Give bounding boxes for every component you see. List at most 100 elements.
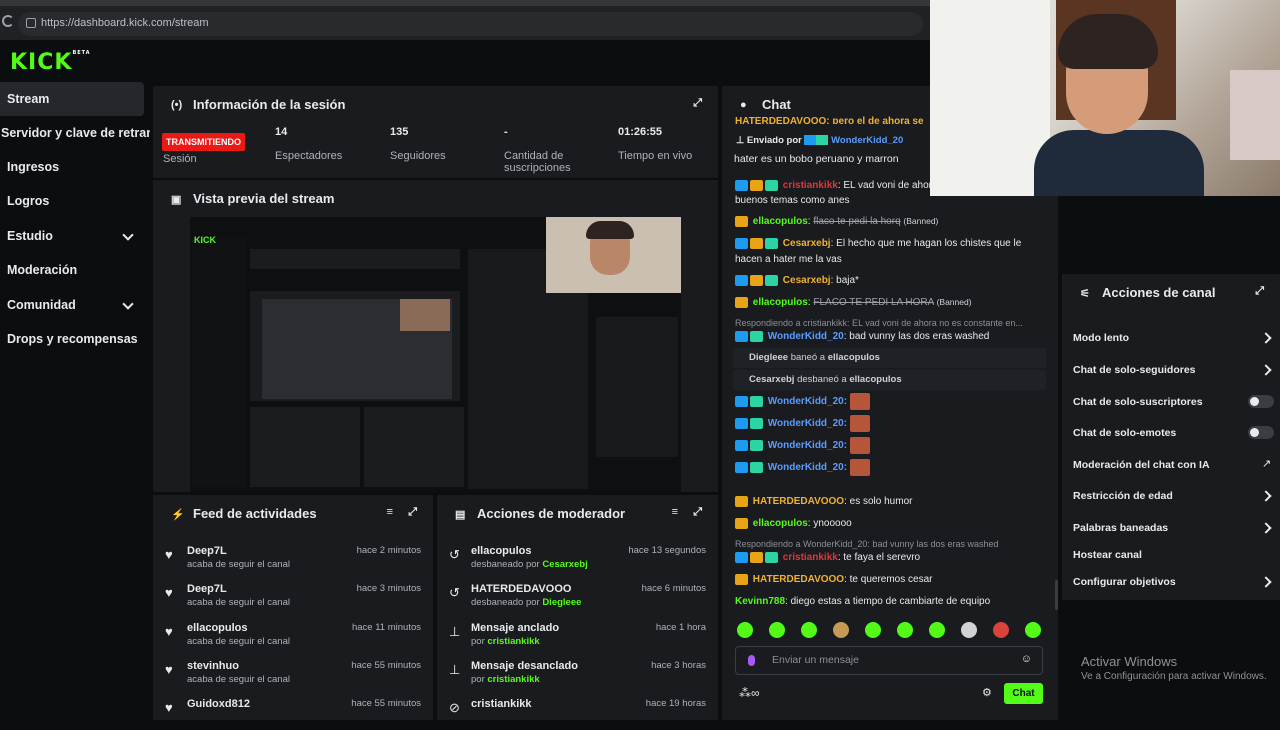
sidebar-item-moderacion[interactable]: Moderación — [0, 253, 144, 287]
feed-item: ♥ ellacopulos acaba de seguir el canal hace… — [165, 622, 421, 647]
chat-message-emote: WonderKidd_20: — [735, 393, 870, 410]
emotes-only-toggle[interactable] — [1248, 426, 1274, 439]
action-followers-only[interactable]: Chat de solo-seguidores — [1073, 364, 1196, 376]
monitor-icon: ▣ — [171, 194, 182, 206]
sidebar-item-estudio[interactable]: Estudio — [0, 219, 144, 253]
expand-icon[interactable]: ⤢ — [693, 506, 702, 519]
session-header: (•) Información de la sesión ⤢ — [153, 86, 718, 122]
emote — [849, 459, 870, 476]
emote — [849, 415, 870, 432]
undo-icon: ↺ — [449, 585, 460, 600]
heart-icon: ♥ — [165, 700, 173, 715]
chat-message: cristiankikk: te faya el serevro — [735, 552, 920, 563]
mod-action-item: ⊥ Mensaje anclado por cristiankikk hace 1 h… — [449, 622, 706, 647]
sliders-icon: ⚟ — [1080, 288, 1090, 300]
action-banned-words[interactable]: Palabras baneadas — [1073, 522, 1168, 534]
sidebar-item-logros[interactable]: Logros — [0, 184, 144, 218]
emote-button[interactable] — [865, 622, 881, 638]
action-host-channel[interactable]: Hostear canal — [1073, 549, 1142, 561]
beta-tag: BETA — [72, 50, 91, 56]
emote-button[interactable] — [993, 622, 1009, 638]
sidebar-item-stream[interactable]: Stream — [0, 82, 144, 116]
chat-message-emote: WonderKidd_20: — [735, 459, 870, 476]
chat-message: ellacopulos: flaco te pedi la horq (Bann… — [735, 216, 938, 227]
chevron-down-icon — [122, 298, 134, 310]
stat-session: Sesión — [163, 153, 197, 165]
pinned-message[interactable]: ⊥ Enviado por WonderKidd_20 hater es un … — [728, 124, 938, 174]
reply-reference: Respondiendo a cristiankikk: EL vad voni… — [735, 318, 1023, 328]
feed-header: ⚡ Feed de actividades ≡ ⤢ — [153, 495, 433, 531]
emote-button[interactable] — [897, 622, 913, 638]
broadcast-icon: (•) — [171, 99, 183, 111]
browser-tab-strip — [0, 0, 930, 6]
heart-icon: ♥ — [165, 662, 173, 677]
sidebar-item-ingresos[interactable]: Ingresos — [0, 150, 144, 184]
windows-activation-subtitle: Ve a Configuración para activar Windows. — [1081, 671, 1267, 682]
sidebar-item-comunidad[interactable]: Comunidad — [0, 288, 144, 322]
chat-extras-icon[interactable]: ⁂∞ — [739, 686, 760, 700]
emote-button[interactable] — [801, 622, 817, 638]
heart-icon: ♥ — [165, 585, 173, 600]
chat-scrollbar[interactable] — [1055, 580, 1058, 610]
heart-icon: ♥ — [165, 624, 173, 639]
stat-live-time: 01:26:55 Tiempo en vivo — [618, 126, 693, 162]
expand-icon[interactable]: ⤢ — [1255, 285, 1264, 298]
mod-action-item: ↺ ellacopulos desbaneado por Cesarxebj hace… — [449, 545, 706, 570]
stat-subs: - Cantidad de suscripciones — [504, 126, 571, 174]
expand-icon[interactable]: ⤢ — [693, 97, 702, 110]
sidebar-item-server-key[interactable]: Servidor y clave de retransmisión — [0, 116, 150, 150]
channel-actions-header: ⚟ Acciones de canal ⤢ — [1062, 274, 1280, 310]
stat-viewers: 14 Espectadores — [275, 126, 343, 162]
stream-preview-video[interactable]: KICK — [190, 217, 681, 492]
chat-message: WonderKidd_20: bad vunny las dos eras wa… — [735, 331, 989, 342]
chat-message-emote: WonderKidd_20: — [735, 437, 870, 454]
chat-message: Kevinn788: diego estas a tiempo de cambi… — [735, 596, 991, 607]
chat-message: Cesarxebj: baja* — [735, 275, 859, 286]
action-ai-moderation[interactable]: Moderación del chat con IA — [1073, 459, 1210, 471]
pin-icon: ⊥ — [736, 135, 747, 146]
external-link-icon[interactable]: ↗ — [1262, 457, 1271, 470]
preview-header: ▣ Vista previa del stream — [153, 180, 718, 216]
emote-button[interactable] — [737, 622, 753, 638]
webcam-overlay — [930, 0, 1280, 196]
emoji-icon[interactable]: ☺ — [1021, 653, 1032, 665]
chat-input[interactable]: Enviar un mensaje ☺ — [735, 646, 1043, 675]
filter-icon[interactable]: ≡ — [387, 506, 393, 518]
action-goals[interactable]: Configurar objetivos — [1073, 576, 1176, 588]
session-panel: (•) Información de la sesión ⤢ Sesión 14… — [153, 86, 718, 178]
filter-icon[interactable]: ≡ — [672, 506, 678, 518]
browser-urlbar: https://dashboard.kick.com/stream — [0, 0, 930, 40]
kick-logo[interactable]: KICKBETA — [10, 50, 91, 75]
send-chat-button[interactable]: Chat — [1004, 683, 1043, 704]
action-age-restriction[interactable]: Restricción de edad — [1073, 490, 1173, 502]
session-title: Información de la sesión — [193, 97, 346, 112]
action-subs-only: Chat de solo-suscriptores — [1073, 396, 1203, 408]
chat-message-cont: hacen a hater me la vas — [735, 254, 842, 265]
emote-button[interactable] — [769, 622, 785, 638]
live-status-badge: TRANSMITIENDO — [162, 133, 245, 151]
sidebar-item-drops[interactable]: Drops y recompensas — [0, 322, 144, 356]
sidebar: Stream Servidor y clave de retransmisión… — [0, 80, 150, 720]
expand-icon[interactable]: ⤢ — [408, 506, 417, 519]
chat-input-placeholder: Enviar un mensaje — [772, 654, 859, 666]
clipboard-icon: ▤ — [455, 509, 466, 521]
address-url[interactable]: https://dashboard.kick.com/stream — [41, 17, 209, 29]
mod-action-item: ↺ HATERDEDAVOOO desbaneado por Diegleee hac… — [449, 583, 706, 608]
microphone-icon[interactable] — [748, 655, 755, 666]
action-slow-mode[interactable]: Modo lento — [1073, 332, 1129, 344]
emote-button[interactable] — [833, 622, 849, 638]
ban-icon: ⊘ — [449, 700, 460, 715]
feed-item: ♥ Deep7L acaba de seguir el canal hace 3 mi… — [165, 583, 421, 608]
emote-button[interactable] — [961, 622, 977, 638]
preview-title: Vista previa del stream — [193, 191, 335, 206]
subs-only-toggle[interactable] — [1248, 395, 1274, 408]
reload-icon[interactable] — [2, 15, 14, 27]
feed-item: ♥ stevinhuo acaba de seguir el canal hace 5… — [165, 660, 421, 685]
settings-gear-icon[interactable]: ⚙ — [982, 686, 992, 699]
lock-icon — [26, 18, 36, 28]
action-emotes-only: Chat de solo-emotes — [1073, 427, 1177, 439]
feed-item: ♥ Guidoxd812 hace 55 minutos — [165, 698, 421, 715]
emote-button[interactable] — [1025, 622, 1041, 638]
channel-actions-title: Acciones de canal — [1102, 285, 1216, 300]
emote-button[interactable] — [929, 622, 945, 638]
